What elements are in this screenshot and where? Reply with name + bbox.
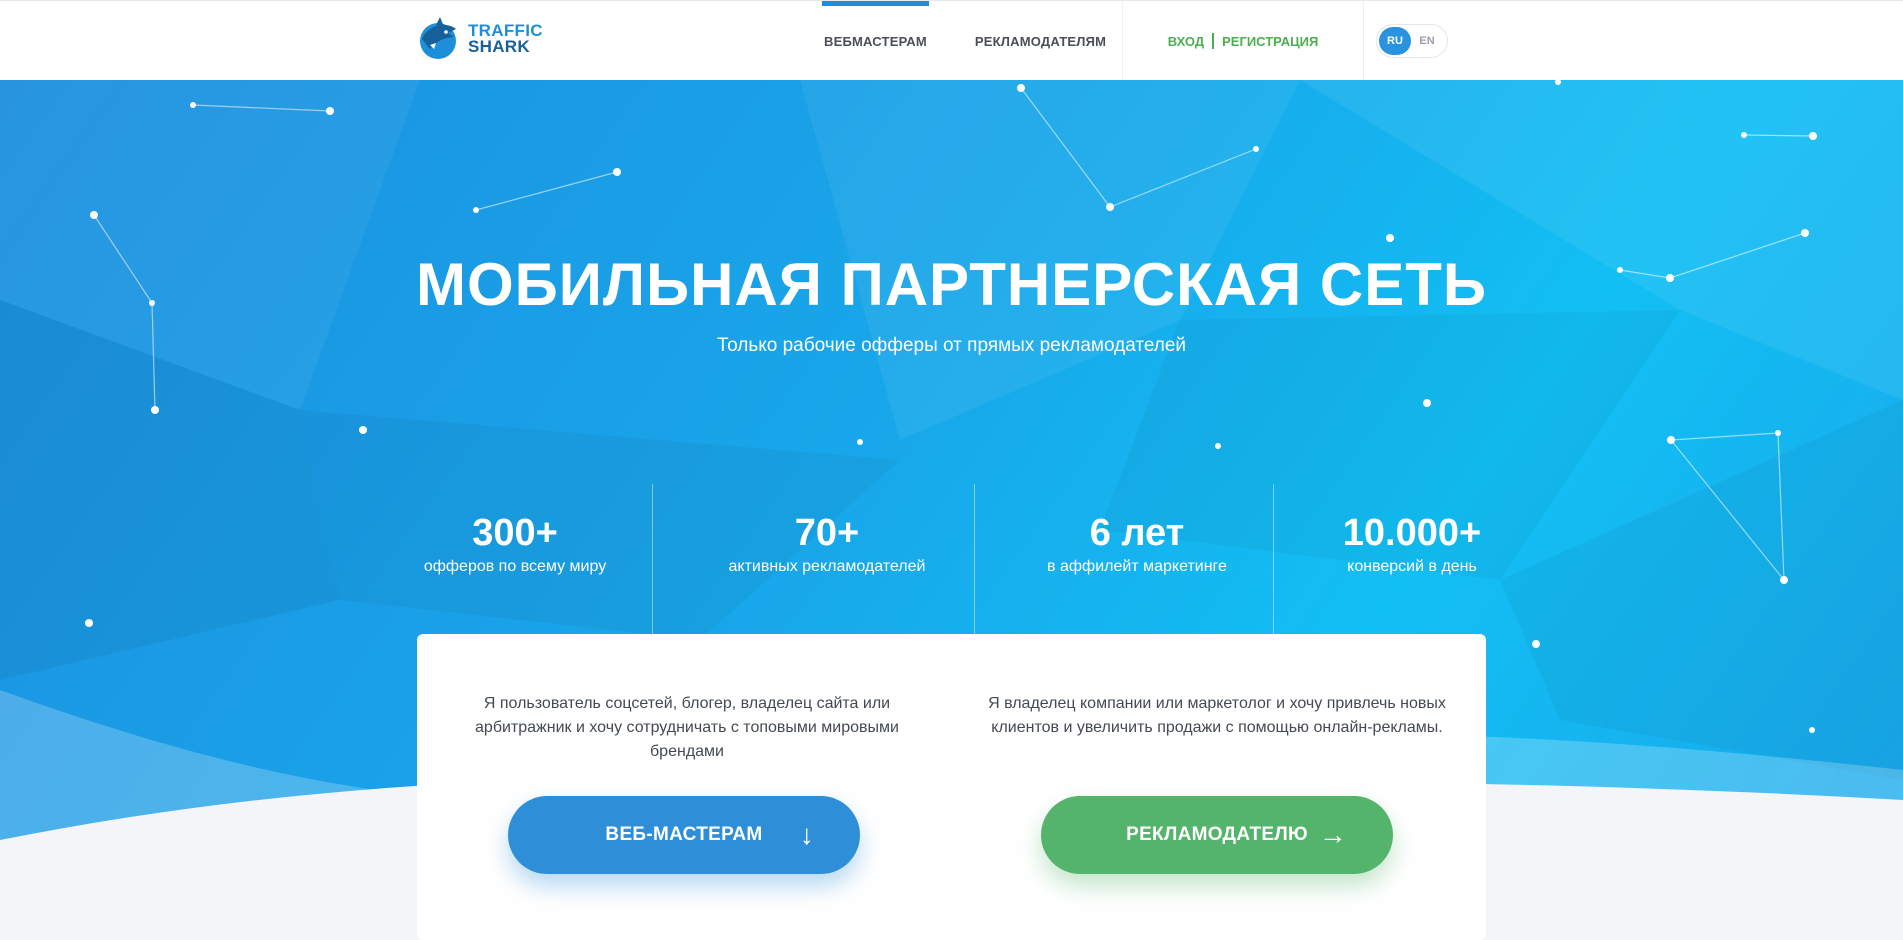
stat-value: 70+ — [794, 512, 860, 554]
arrow-down-icon: ↓ — [799, 819, 814, 850]
stat-label: конверсий в день — [1347, 558, 1477, 575]
lang-en[interactable]: EN — [1411, 27, 1443, 55]
login-link[interactable]: ВХОД — [1168, 34, 1204, 49]
stat-conversions: 10.000+ конверсий в день — [1272, 510, 1552, 578]
site-header: TRAFFIC SHARK ВЕБМАСТЕРАМ РЕКЛАМОДАТЕЛЯМ… — [0, 0, 1903, 81]
stat-divider — [974, 484, 975, 639]
stat-label: офферов по всему миру — [423, 558, 607, 575]
auth-divider — [1212, 33, 1215, 49]
shark-logo-icon — [420, 17, 456, 59]
webmaster-button[interactable]: ВЕБ-МАСТЕРАМ ↓ — [508, 796, 860, 874]
logo-text: TRAFFIC SHARK — [468, 22, 543, 56]
lang-ru[interactable]: RU — [1379, 27, 1411, 55]
nav-webmasters[interactable]: ВЕБМАСТЕРАМ — [800, 1, 951, 81]
nav-advertisers[interactable]: РЕКЛАМОДАТЕЛЯМ — [951, 1, 1130, 81]
arrow-right-icon: → — [1318, 819, 1347, 850]
audience-card: Я пользователь соцсетей, блогер, владеле… — [417, 634, 1486, 940]
main-nav: ВЕБМАСТЕРАМ РЕКЛАМОДАТЕЛЯМ — [800, 1, 1130, 81]
advertiser-button-label: РЕКЛАМОДАТЕЛЮ — [1126, 824, 1308, 845]
stat-divider — [652, 484, 653, 639]
webmaster-button-label: ВЕБ-МАСТЕРАМ — [605, 824, 763, 845]
stat-years: 6 лет в аффилейт маркетинге — [997, 510, 1277, 578]
logo-line-2: SHARK — [468, 37, 530, 56]
advertiser-button[interactable]: РЕКЛАМОДАТЕЛЮ → — [1041, 796, 1393, 874]
stat-offers: 300+ офферов по всему миру — [375, 510, 655, 578]
stat-advertisers: 70+ активных рекламодателей — [687, 510, 967, 578]
auth-links: ВХОД РЕГИСТРАЦИЯ — [1122, 1, 1364, 81]
webmaster-description: Я пользователь соцсетей, блогер, владеле… — [475, 695, 899, 760]
stat-value: 10.000+ — [1342, 512, 1482, 554]
advertiser-description: Я владелец компании или маркетолог и хоч… — [988, 695, 1446, 736]
logo[interactable]: TRAFFIC SHARK — [416, 15, 543, 63]
stat-label: в аффилейт маркетинге — [1047, 558, 1227, 575]
language-switcher: RU EN — [1376, 24, 1448, 58]
stat-label: активных рекламодателей — [728, 558, 926, 575]
stat-value: 6 лет — [1089, 512, 1185, 554]
stat-value: 300+ — [472, 512, 558, 554]
register-link[interactable]: РЕГИСТРАЦИЯ — [1222, 34, 1318, 49]
